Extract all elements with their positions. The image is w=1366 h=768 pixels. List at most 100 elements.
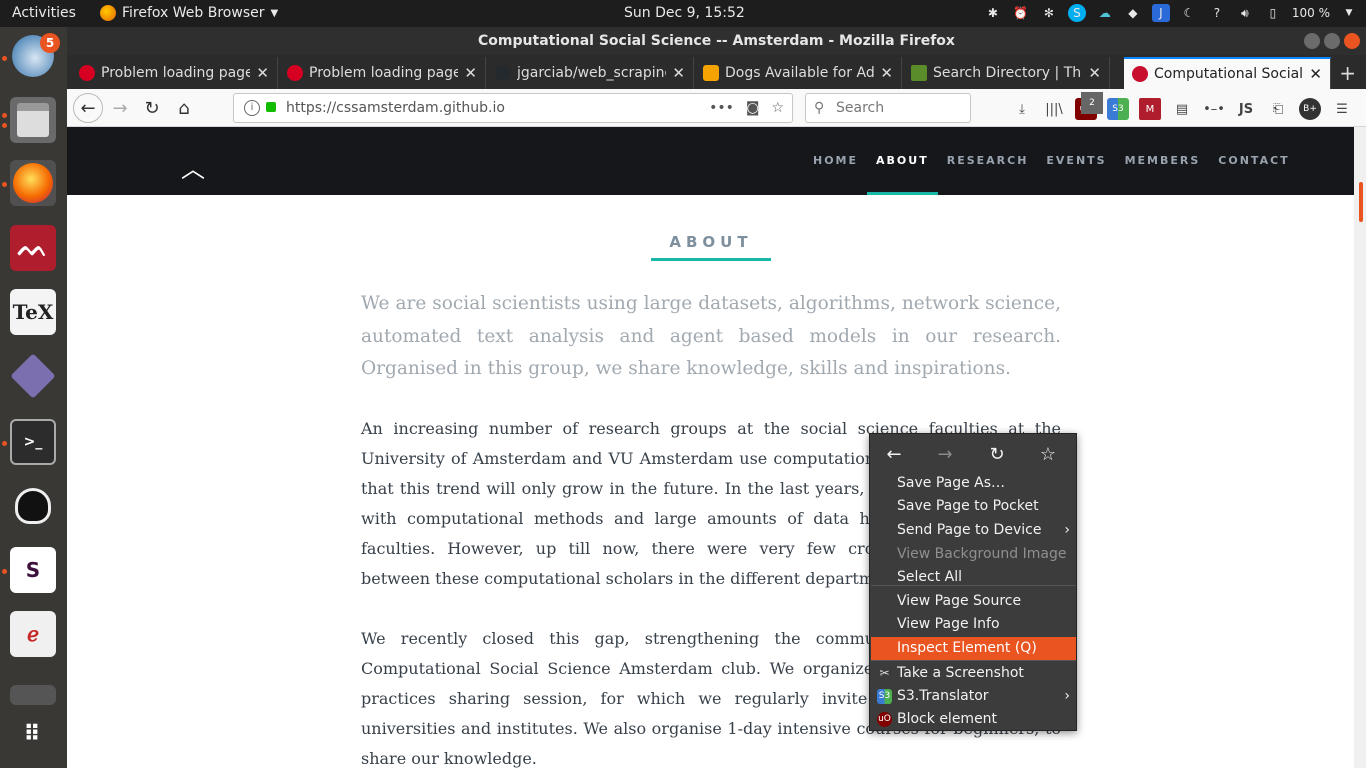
maximize-button[interactable]: [1324, 33, 1340, 49]
menu-view-background-image: View Background Image: [897, 546, 1067, 562]
home-icon: ⌂: [178, 97, 190, 119]
chevron-up-icon[interactable]: ︿: [181, 149, 205, 184]
cloud-icon[interactable]: ☁: [1096, 4, 1114, 22]
page-actions-button[interactable]: •••: [709, 94, 734, 122]
info-icon[interactable]: i: [244, 100, 260, 116]
battery-icon[interactable]: ▯: [1264, 4, 1282, 22]
show-applications-button[interactable]: ⠿: [10, 711, 56, 757]
tab-dogs[interactable]: Dogs Available for Ado ✕: [695, 57, 902, 89]
activities-button[interactable]: Activities: [12, 5, 76, 21]
pocket-icon[interactable]: ◙: [746, 94, 760, 122]
battery-percent[interactable]: 100 %: [1292, 6, 1330, 20]
jetbrains-icon[interactable]: J: [1151, 4, 1170, 22]
nav-members[interactable]: MEMBERS: [1116, 127, 1210, 195]
slack-launcher[interactable]: S: [10, 547, 56, 593]
tab-search-directory[interactable]: Search Directory | The ✕: [903, 57, 1110, 89]
context-bookmark-icon[interactable]: ☆: [1036, 442, 1060, 466]
bluetooth-icon[interactable]: ✻: [1040, 4, 1058, 22]
js-toggle[interactable]: JS: [1235, 98, 1257, 120]
running-indicator: [2, 182, 7, 187]
context-back-icon[interactable]: ←: [882, 442, 906, 466]
notification-badge: 5: [40, 33, 60, 53]
section-heading: ABOUT: [669, 233, 753, 251]
hamburger-menu-icon[interactable]: ☰: [1331, 98, 1353, 120]
menu-view-page-source[interactable]: View Page Source: [871, 590, 1076, 613]
nav-contact[interactable]: CONTACT: [1209, 127, 1298, 195]
nav-events[interactable]: EVENTS: [1037, 127, 1115, 195]
window-titlebar[interactable]: Computational Social Science -- Amsterda…: [67, 27, 1366, 55]
menu-s3-translator[interactable]: S3 S3.Translator ›: [871, 685, 1076, 708]
help-icon[interactable]: ?: [1208, 4, 1226, 22]
s3-translator-icon[interactable]: S3: [1107, 98, 1129, 120]
nav-home[interactable]: HOME: [804, 127, 867, 195]
menu-view-page-info[interactable]: View Page Info: [871, 613, 1076, 636]
tab-problem-loading-2[interactable]: Problem loading page ✕: [279, 57, 486, 89]
url-bar[interactable]: i https://cssamsterdam.github.io ••• ◙ ☆: [233, 93, 793, 123]
volume-icon[interactable]: 🔊︎: [1236, 4, 1254, 22]
system-tray: ✱ ⏰ ✻ S ☁ ◆ J ☾ ? 🔊︎ ▯ 100 % ▼: [984, 4, 1358, 22]
new-tab-button[interactable]: +: [1339, 61, 1356, 85]
tab-problem-loading-1[interactable]: Problem loading page ✕: [71, 57, 278, 89]
terminal-launcher[interactable]: >_: [10, 419, 56, 465]
evince-launcher[interactable]: ℯ: [10, 611, 56, 657]
close-tab-icon[interactable]: ✕: [672, 64, 685, 82]
close-tab-icon[interactable]: ✕: [1088, 64, 1101, 82]
mendeley-extension-icon[interactable]: M: [1139, 98, 1161, 120]
app-menu[interactable]: Firefox Web Browser ▼: [100, 5, 278, 21]
menu-block-element[interactable]: uO Block element: [871, 708, 1076, 731]
reload-button[interactable]: ↻: [139, 95, 165, 121]
dropbox-icon[interactable]: ◆: [1124, 4, 1142, 22]
firefox-icon: [13, 163, 53, 203]
b-plus-icon[interactable]: B+: [1299, 98, 1321, 120]
nav-about[interactable]: ABOUT: [867, 127, 938, 195]
close-tab-icon[interactable]: ✕: [464, 64, 477, 82]
page-scrollbar[interactable]: [1354, 127, 1366, 768]
menu-take-screenshot[interactable]: ✂ Take a Screenshot: [871, 662, 1076, 685]
close-tab-icon[interactable]: ✕: [880, 64, 893, 82]
skype-icon[interactable]: S: [1067, 4, 1086, 22]
url-text[interactable]: https://cssamsterdam.github.io: [286, 100, 505, 116]
back-button[interactable]: ←: [73, 93, 103, 123]
reader-view-icon[interactable]: ▤: [1171, 98, 1193, 120]
home-button[interactable]: ⌂: [171, 95, 197, 121]
inkscape-launcher[interactable]: [10, 483, 56, 529]
firefox-launcher[interactable]: [10, 160, 56, 206]
partial-launcher[interactable]: [10, 685, 56, 705]
menu-send-to-device[interactable]: Send Page to Device ›: [871, 519, 1076, 542]
tab-github[interactable]: jgarciab/web_scraping ✕: [487, 57, 694, 89]
chevron-down-icon[interactable]: ▼: [1340, 4, 1358, 22]
close-tab-icon[interactable]: ✕: [1309, 65, 1322, 83]
settings-gear-icon[interactable]: ✱: [984, 4, 1002, 22]
clock[interactable]: Sun Dec 9, 15:52: [624, 5, 745, 21]
scrollbar-thumb[interactable]: [1359, 182, 1363, 222]
bookmark-star-icon[interactable]: ☆: [771, 94, 784, 122]
error-icon: [287, 65, 303, 81]
tab-computational-social-science[interactable]: Computational Social S ✕: [1124, 57, 1331, 89]
menu-inspect-element[interactable]: Inspect Element (Q): [871, 637, 1076, 660]
files-launcher[interactable]: [10, 97, 56, 143]
tab-label: Problem loading page: [309, 65, 459, 81]
meld-launcher[interactable]: [10, 353, 56, 399]
menu-save-page-as[interactable]: Save Page As…: [871, 472, 1076, 495]
download-icon[interactable]: ⤓: [1011, 98, 1033, 120]
read-icon[interactable]: ⎗: [1267, 98, 1289, 120]
thunderbird-launcher[interactable]: 5: [10, 33, 60, 79]
forward-button[interactable]: →: [107, 95, 133, 121]
nav-research[interactable]: RESEARCH: [938, 127, 1038, 195]
ublock-icon[interactable]: uO2: [1075, 92, 1103, 120]
mendeley-launcher[interactable]: ᨓ: [10, 225, 56, 271]
context-reload-icon[interactable]: ↻: [985, 442, 1009, 466]
dots-icon[interactable]: •–•: [1203, 98, 1225, 120]
texmaker-launcher[interactable]: TeX: [10, 289, 56, 335]
search-box[interactable]: ⚲ Search: [805, 93, 971, 123]
diamond-icon: [10, 353, 56, 399]
close-window-button[interactable]: [1344, 33, 1360, 49]
running-indicator: [2, 123, 7, 128]
minimize-button[interactable]: [1304, 33, 1320, 49]
night-light-icon[interactable]: ☾: [1180, 4, 1198, 22]
alarm-icon[interactable]: ⏰: [1012, 4, 1030, 22]
library-icon[interactable]: |||\: [1043, 98, 1065, 120]
lock-icon[interactable]: [266, 102, 276, 112]
close-tab-icon[interactable]: ✕: [256, 64, 269, 82]
menu-save-to-pocket[interactable]: Save Page to Pocket: [871, 495, 1076, 518]
